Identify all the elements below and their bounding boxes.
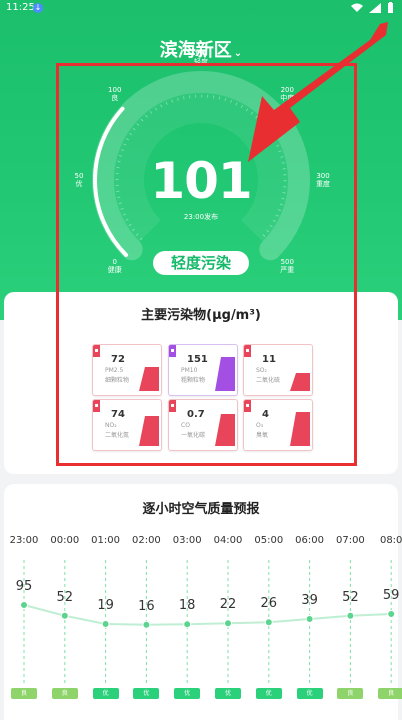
forecast-value: 22 [219, 597, 237, 613]
forecast-hour: 04:00 [213, 535, 243, 546]
forecast-value: 39 [301, 593, 318, 608]
forecast-point [101, 620, 110, 628]
forecast-value: 52 [56, 589, 74, 605]
forecast-hour: 01:00 [91, 535, 120, 546]
forecast-hour: 05:00 [254, 535, 284, 546]
forecast-level-badge: 良 [51, 688, 78, 699]
forecast-hour: 00:00 [50, 535, 80, 546]
forecast-point [142, 620, 151, 629]
forecast-value: 52 [342, 589, 359, 605]
forecast-point [224, 619, 232, 628]
forecast-point [60, 611, 69, 620]
forecast-hour: 03:00 [172, 535, 202, 546]
forecast-value: 95 [15, 579, 33, 594]
forecast-hour: 02:00 [131, 535, 161, 546]
forecast-level-badge: 优 [215, 688, 241, 699]
forecast-value: 59 [382, 588, 400, 603]
forecast-point [305, 615, 314, 623]
forecast-point [387, 610, 396, 618]
forecast-value: 18 [178, 598, 196, 614]
forecast-level-badge: 优 [92, 688, 119, 699]
forecast-point [264, 618, 273, 627]
forecast-level-badge: 优 [296, 688, 323, 699]
forecast-hour: 06:00 [295, 535, 324, 546]
forecast-level-badge: 优 [255, 688, 282, 699]
forecast-level-badge: 良 [11, 688, 37, 699]
forecast-hour: 08:0 [379, 535, 402, 546]
forecast-level-badge: 良 [337, 688, 364, 699]
forecast-point [20, 601, 28, 609]
forecast-hour: 07:00 [335, 535, 365, 546]
forecast-value: 26 [260, 596, 278, 612]
forecast-level-badge: 良 [378, 688, 402, 699]
forecast-value: 16 [138, 598, 155, 614]
forecast-point [346, 611, 355, 620]
forecast-level-badge: 优 [174, 688, 201, 699]
forecast-point [183, 620, 192, 629]
forecast-hour: 23:00 [9, 535, 39, 546]
forecast-level-badge: 优 [133, 688, 160, 699]
forecast-value: 19 [97, 598, 114, 613]
